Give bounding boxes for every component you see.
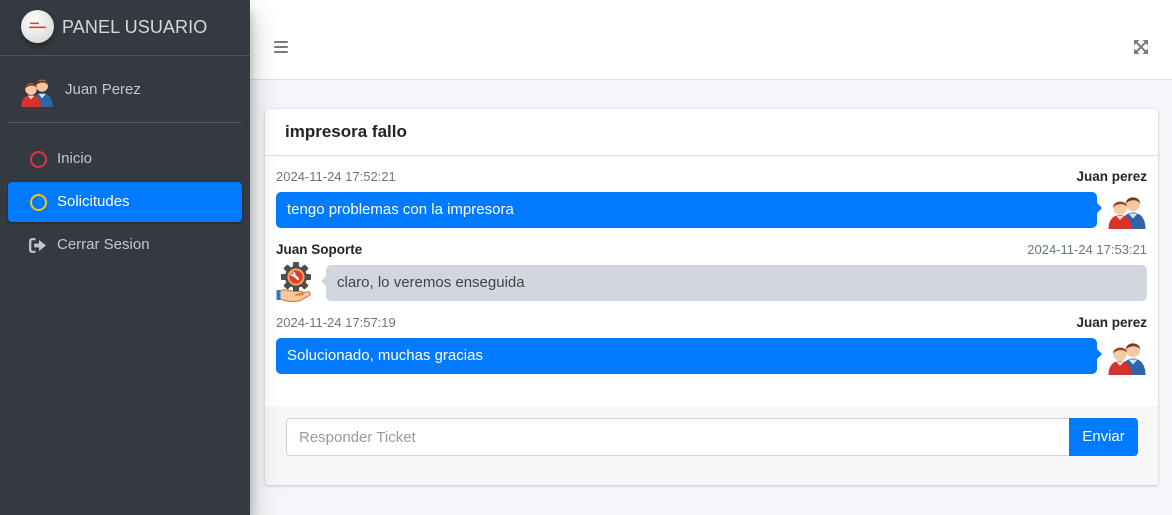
brand-link[interactable]: PANEL USUARIO [0, 0, 250, 56]
chat-message-body: tengo problemas con la impresora [276, 189, 1147, 229]
message-text: claro, lo veremos enseguida [321, 265, 1147, 301]
user-panel: Juan Perez [8, 56, 242, 123]
sidebar-item-label: Inicio [57, 150, 93, 167]
user-name[interactable]: Juan Perez [65, 79, 141, 101]
sidebar-item-label: Cerrar Sesion [57, 236, 150, 253]
users-avatar-icon [20, 73, 54, 107]
chat-message-body: claro, lo veremos enseguida [276, 262, 1147, 302]
chat-message-info: 2024-11-24 17:52:21 Juan perez [276, 166, 1147, 187]
chat-message-info: Juan Soporte 2024-11-24 17:53:21 [276, 239, 1147, 260]
chat-message-info: 2024-11-24 17:57:19 Juan perez [276, 312, 1147, 333]
sidebar: PANEL USUARIO Juan Perez Inicio Solicitu… [0, 0, 250, 515]
circle-outline-icon [30, 193, 47, 211]
sidebar-item-solicitudes[interactable]: Solicitudes [8, 182, 242, 222]
reply-footer: Enviar [265, 406, 1158, 485]
chat-message: 2024-11-24 17:57:19 Juan perez Soluciona… [276, 312, 1147, 375]
message-timestamp: 2024-11-24 17:52:21 [276, 169, 396, 184]
sidebar-item-label: Solicitudes [57, 193, 130, 210]
message-text: Solucionado, muchas gracias [276, 338, 1102, 374]
ticket-title: impresora fallo [285, 122, 407, 141]
message-timestamp: 2024-11-24 17:57:19 [276, 315, 396, 330]
message-timestamp: 2024-11-24 17:53:21 [1027, 242, 1147, 257]
circle-outline-icon [30, 150, 47, 168]
message-author: Juan Soporte [276, 242, 363, 257]
users-avatar-icon [1107, 335, 1147, 375]
ticket-chat-card: impresora fallo 2024-11-24 17:52:21 Juan… [265, 109, 1158, 485]
hamburger-menu-icon[interactable] [274, 41, 288, 53]
chat-message-body: Solucionado, muchas gracias [276, 335, 1147, 375]
chat-message: 2024-11-24 17:52:21 Juan perez tengo pro… [276, 166, 1147, 229]
sidebar-item-cerrar-sesion[interactable]: Cerrar Sesion [8, 225, 242, 265]
card-header: impresora fallo [265, 109, 1158, 156]
company-logo-icon [21, 10, 54, 43]
reply-input[interactable] [286, 418, 1069, 456]
support-gear-avatar-icon [276, 262, 316, 302]
top-navbar [250, 0, 1172, 80]
brand-title: PANEL USUARIO [62, 17, 208, 37]
send-button[interactable]: Enviar [1069, 418, 1138, 456]
sign-out-icon [29, 238, 47, 256]
message-author: Juan perez [1076, 169, 1147, 184]
expand-arrows-icon[interactable] [1134, 40, 1148, 54]
message-author: Juan perez [1076, 315, 1147, 330]
chat-messages[interactable]: 2024-11-24 17:52:21 Juan perez tengo pro… [265, 156, 1158, 406]
users-avatar-icon [1107, 189, 1147, 229]
message-text: tengo problemas con la impresora [276, 192, 1102, 228]
chat-message: Juan Soporte 2024-11-24 17:53:21 claro, … [276, 239, 1147, 302]
sidebar-item-inicio[interactable]: Inicio [8, 139, 242, 179]
